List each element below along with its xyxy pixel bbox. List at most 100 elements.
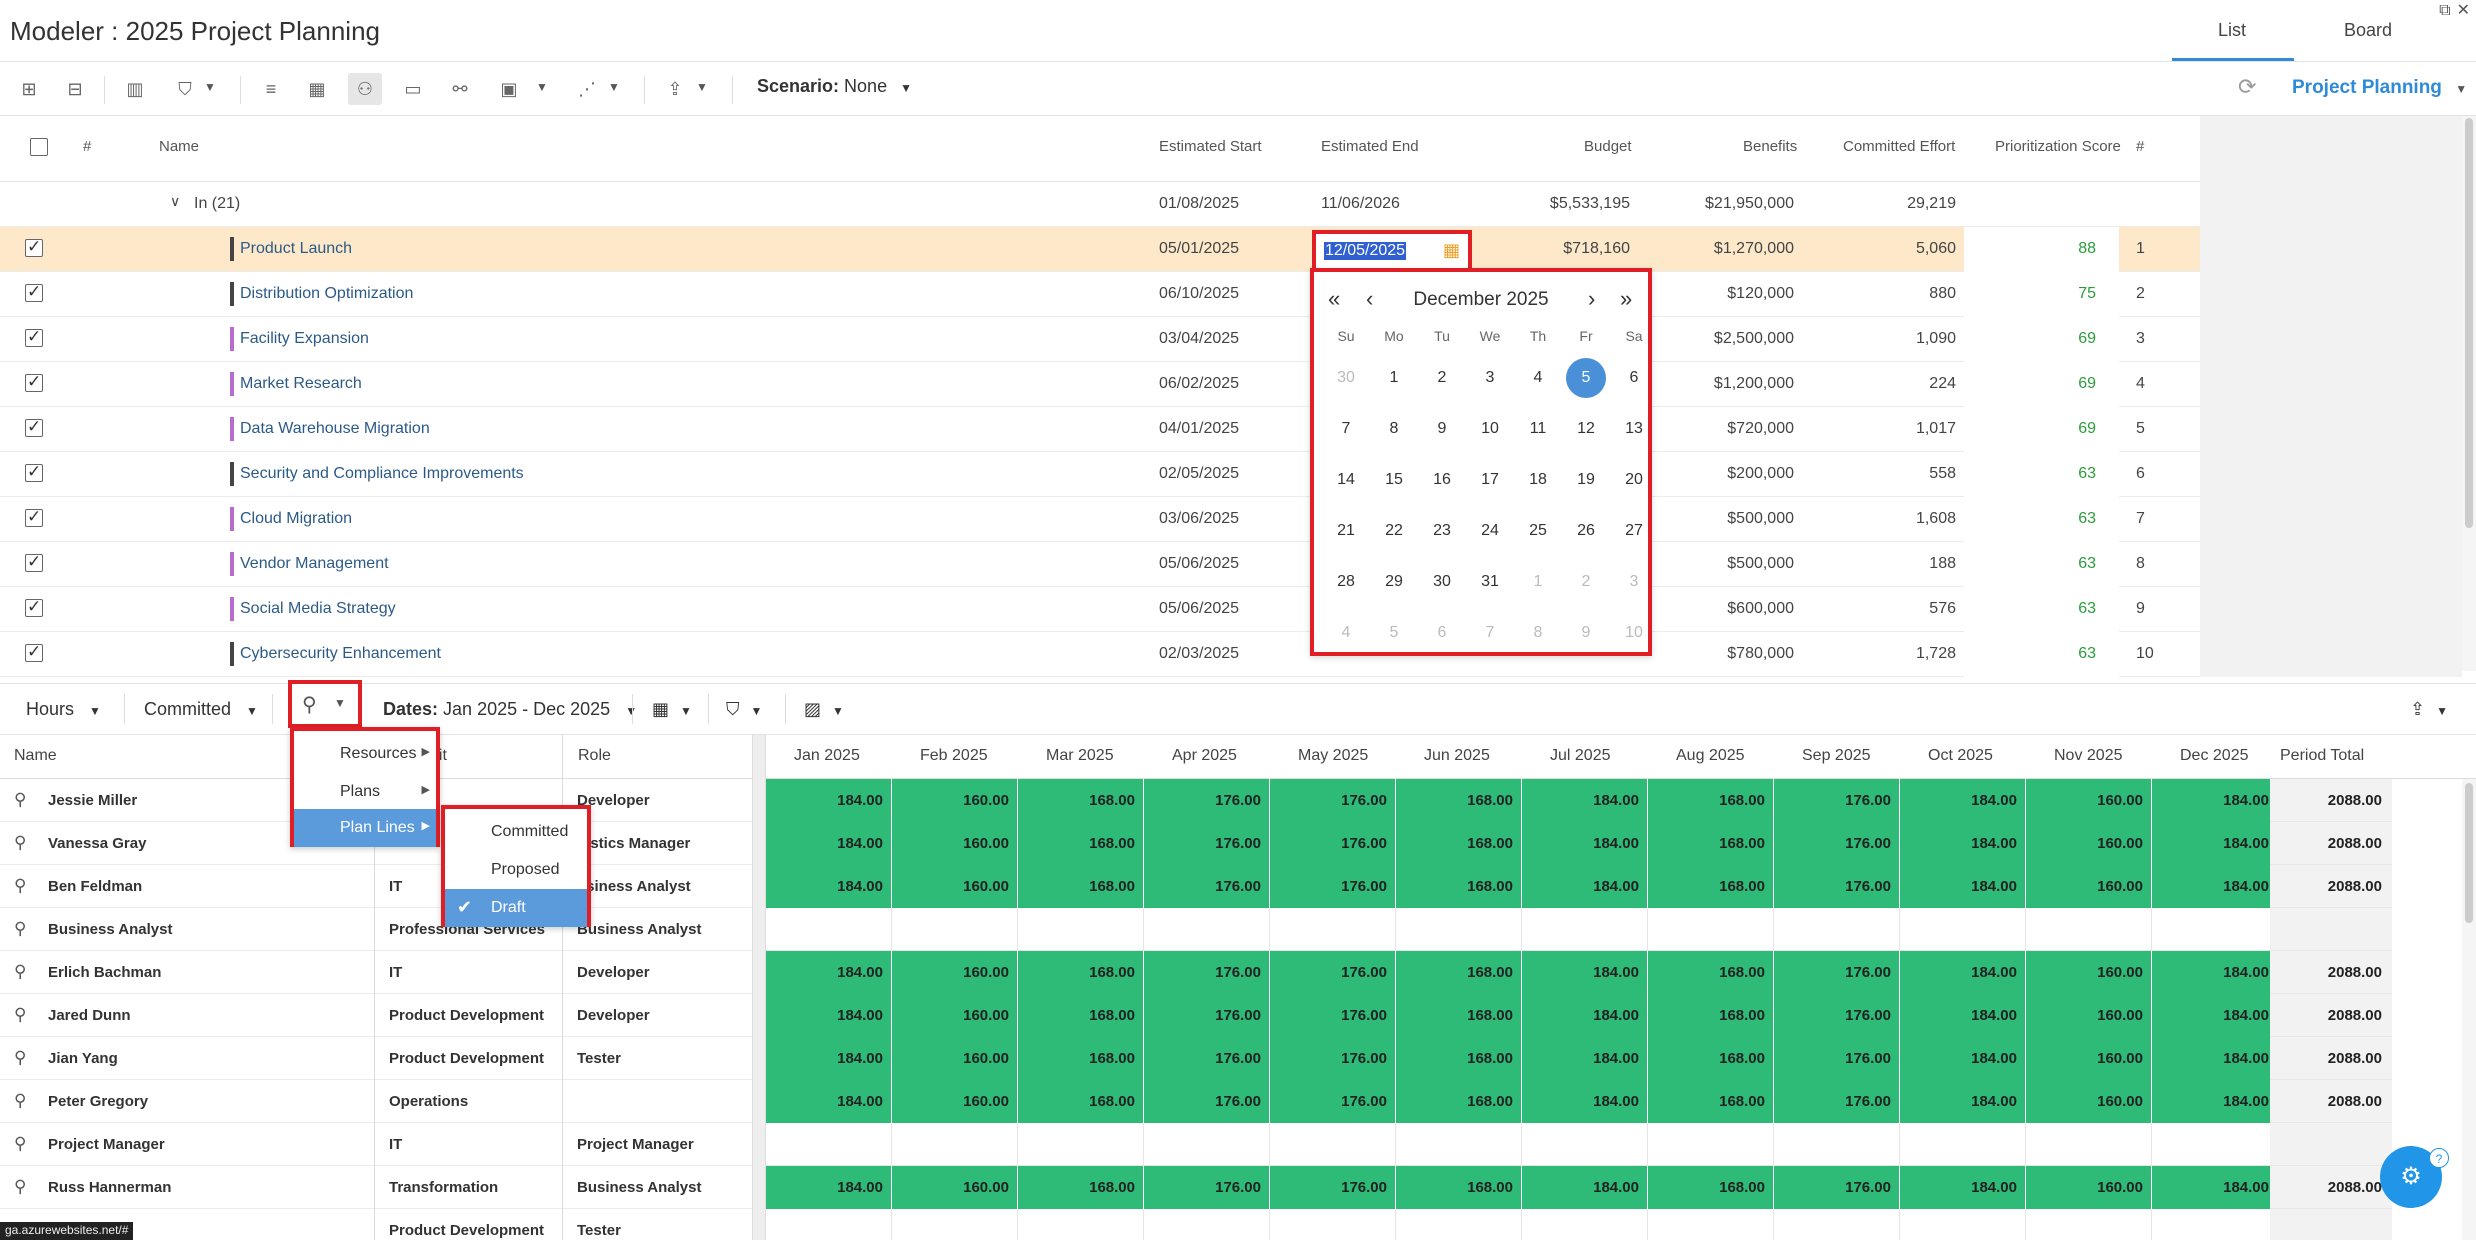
dates-selector[interactable]: Dates: Jan 2025 - Dec 2025 ▼ (383, 699, 637, 720)
hours-cell[interactable]: 176.00 (1144, 822, 1270, 865)
chevron-down-icon[interactable]: ▼ (204, 80, 216, 94)
hours-cell[interactable]: 168.00 (1396, 1037, 1522, 1080)
col-header-month[interactable]: Dec 2025 (2180, 747, 2249, 765)
menu-item-resources[interactable]: Resources ▶ (294, 735, 436, 773)
calendar-day[interactable]: 2 (1566, 562, 1606, 602)
row-benefits[interactable]: $500,000 (1694, 510, 1794, 528)
hours-cell[interactable]: 176.00 (1144, 951, 1270, 994)
close-icon[interactable]: ✕ (2457, 2, 2470, 19)
tab-board[interactable]: Board (2344, 20, 2392, 41)
hours-cell[interactable] (766, 1123, 892, 1166)
submenu-item-proposed[interactable]: Proposed (445, 851, 587, 889)
hours-cell[interactable]: 184.00 (1522, 1037, 1648, 1080)
row-checkbox[interactable] (25, 552, 43, 572)
hours-cell[interactable]: 176.00 (1270, 822, 1396, 865)
col-header-budget[interactable]: Budget (1584, 138, 1632, 155)
resource-grid-scrollbar[interactable] (2462, 779, 2476, 1240)
hours-cell[interactable]: 176.00 (1270, 951, 1396, 994)
col-header-month[interactable]: Jun 2025 (1424, 747, 1490, 765)
hours-cell[interactable] (766, 908, 892, 951)
scenario-selector[interactable]: Scenario: None ▼ (757, 76, 912, 97)
row-benefits[interactable]: $1,270,000 (1694, 240, 1794, 258)
menu-item-plans[interactable]: Plans ▶ (294, 773, 436, 811)
hours-cell[interactable]: 184.00 (766, 951, 892, 994)
row-est-start[interactable]: 05/06/2025 (1159, 600, 1239, 618)
hours-cell[interactable] (1018, 1209, 1144, 1240)
calendar-day[interactable]: 17 (1470, 460, 1510, 500)
hours-cell[interactable]: 176.00 (1270, 865, 1396, 908)
hours-cell[interactable]: 176.00 (1270, 994, 1396, 1037)
hours-cell[interactable]: 176.00 (1270, 779, 1396, 822)
export-icon[interactable]: ⇪ ▼ (2410, 699, 2448, 720)
hours-cell[interactable]: 176.00 (1270, 1037, 1396, 1080)
hours-cell[interactable]: 184.00 (1522, 865, 1648, 908)
export-icon[interactable]: ⇪ (658, 73, 692, 105)
col-header-month[interactable]: Jul 2025 (1550, 747, 1611, 765)
row-checkbox[interactable] (25, 642, 43, 662)
hours-cell[interactable] (2026, 908, 2152, 951)
hours-cell[interactable]: 184.00 (1900, 1037, 2026, 1080)
row-effort[interactable]: 224 (1856, 375, 1956, 393)
col-header-name[interactable]: Name (14, 747, 57, 765)
resource-row[interactable]: ⚲ Peter Gregory Operations (0, 1080, 752, 1123)
row-budget[interactable]: $718,160 (1530, 240, 1630, 258)
hours-cell[interactable]: 160.00 (2026, 1080, 2152, 1123)
hours-cell[interactable] (892, 1209, 1018, 1240)
hours-cell[interactable]: 184.00 (2152, 994, 2278, 1037)
submenu-item-committed[interactable]: Committed (445, 813, 587, 851)
hours-cell[interactable] (1396, 1209, 1522, 1240)
row-effort[interactable]: 1,728 (1856, 645, 1956, 663)
hours-cell[interactable]: 184.00 (1900, 865, 2026, 908)
calendar-day[interactable]: 15 (1374, 460, 1414, 500)
calendar-day[interactable]: 26 (1566, 511, 1606, 551)
project-grid-scrollbar[interactable] (2462, 116, 2476, 671)
row-name[interactable]: Vendor Management (240, 555, 389, 573)
hours-cell[interactable]: 184.00 (766, 1080, 892, 1123)
popout-icon[interactable]: ⧉ (2439, 2, 2450, 19)
hours-cell[interactable]: 160.00 (892, 951, 1018, 994)
row-est-start[interactable]: 03/04/2025 (1159, 330, 1239, 348)
people-icon[interactable]: ⚇ (348, 73, 382, 105)
expand-all-icon[interactable]: ⊞ (12, 73, 46, 105)
col-header-role[interactable]: Role (578, 747, 611, 765)
hours-cell[interactable] (1144, 1209, 1270, 1240)
resource-row[interactable]: ⚲ Erlich Bachman IT Developer (0, 951, 752, 994)
row-name[interactable]: Security and Compliance Improvements (240, 465, 524, 483)
resource-row[interactable]: ⚲ Project Manager IT Project Manager (0, 1123, 752, 1166)
hours-cell[interactable]: 168.00 (1648, 1080, 1774, 1123)
units-selector[interactable]: Hours ▼ (26, 699, 101, 720)
row-name[interactable]: Data Warehouse Migration (240, 420, 430, 438)
row-name[interactable]: Market Research (240, 375, 362, 393)
row-checkbox[interactable] (25, 237, 43, 257)
row-name[interactable]: Product Launch (240, 240, 352, 258)
hours-cell[interactable]: 176.00 (1270, 1166, 1396, 1209)
hours-cell[interactable]: 176.00 (1144, 1080, 1270, 1123)
refresh-icon[interactable]: ⟳ (2238, 74, 2256, 100)
row-checkbox[interactable] (25, 507, 43, 527)
table-row[interactable]: Vendor Management 05/06/2025 $500,000 188 63… (0, 542, 2462, 587)
calendar-day[interactable]: 24 (1470, 511, 1510, 551)
row-name[interactable]: Distribution Optimization (240, 285, 413, 303)
date-input-value[interactable]: 12/05/2025 (1324, 242, 1407, 260)
hours-cell[interactable]: 176.00 (1144, 994, 1270, 1037)
hours-cell[interactable]: 160.00 (892, 779, 1018, 822)
hours-cell[interactable]: 168.00 (1648, 951, 1774, 994)
next-month-button[interactable]: › (1588, 286, 1595, 312)
calendar-day[interactable]: 1 (1518, 562, 1558, 602)
money-icon[interactable]: ▭ (396, 73, 430, 105)
hours-cell[interactable] (1522, 1123, 1648, 1166)
scrollbar-thumb[interactable] (2465, 118, 2473, 528)
row-benefits[interactable]: $2,500,000 (1694, 330, 1794, 348)
table-row[interactable]: Product Launch 05/01/2025 12/05/2025 $718,1… (0, 227, 2462, 272)
hours-cell[interactable]: 168.00 (1018, 865, 1144, 908)
calendar-day[interactable]: 3 (1614, 562, 1654, 602)
hours-cell[interactable]: 176.00 (1774, 865, 1900, 908)
hours-cell[interactable]: 160.00 (2026, 994, 2152, 1037)
row-est-start[interactable]: 06/10/2025 (1159, 285, 1239, 303)
hours-cell[interactable]: 184.00 (766, 1037, 892, 1080)
calendar-day[interactable]: 5 (1566, 358, 1606, 398)
hours-cell[interactable]: 168.00 (1396, 994, 1522, 1037)
hours-cell[interactable]: 160.00 (2026, 1037, 2152, 1080)
hours-cell[interactable]: 176.00 (1774, 779, 1900, 822)
hours-cell[interactable]: 184.00 (766, 822, 892, 865)
